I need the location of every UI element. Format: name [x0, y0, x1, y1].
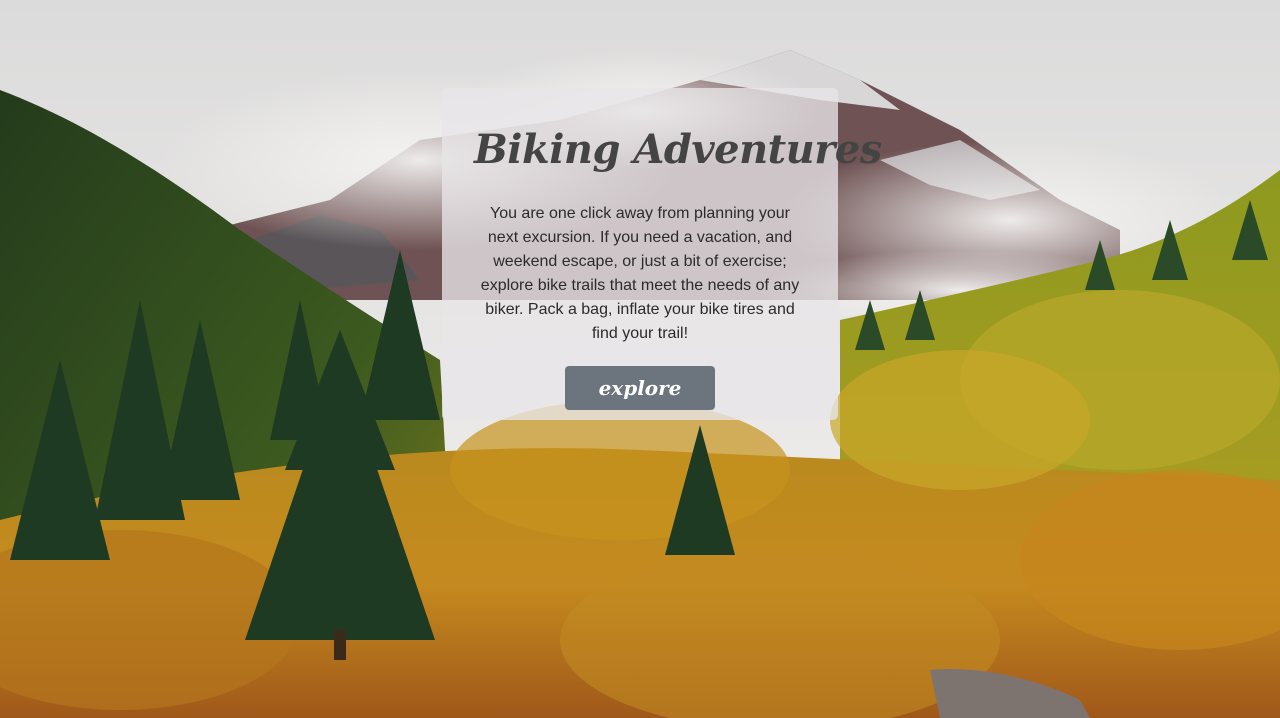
hero-description: You are one click away from planning you…: [480, 205, 800, 342]
hero-title: Biking Adventures: [474, 126, 882, 173]
explore-button[interactable]: explore: [565, 366, 715, 410]
hero-card: Biking Adventures You are one click away…: [442, 88, 882, 420]
